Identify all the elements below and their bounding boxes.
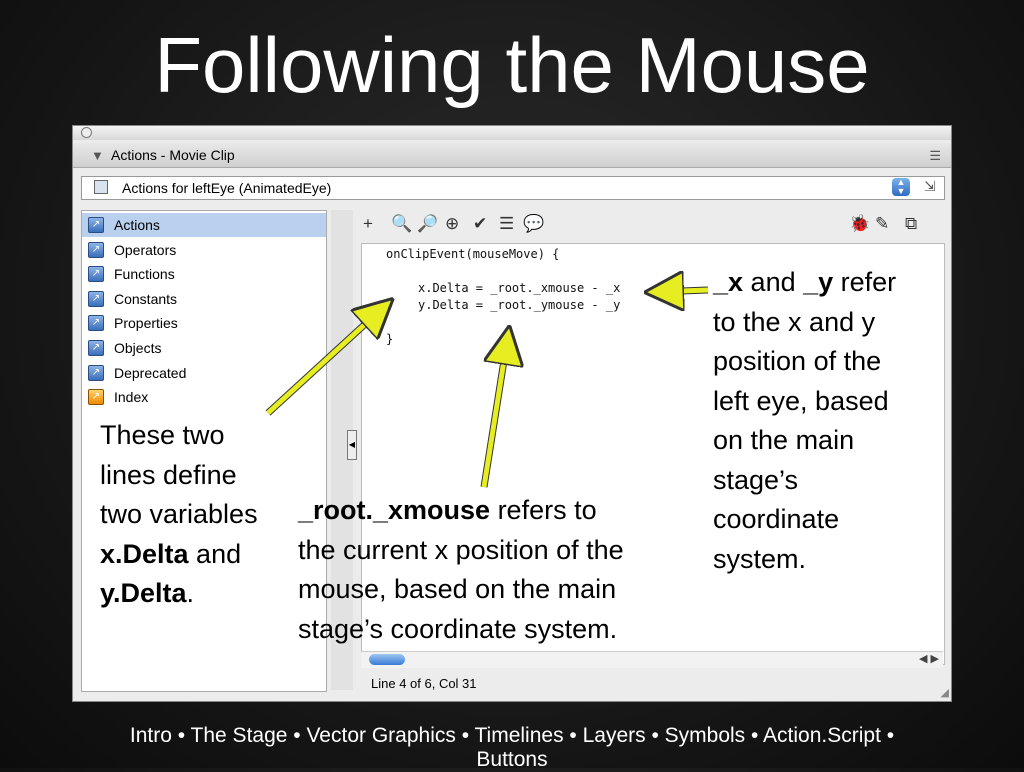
note-text: the current x position of the xyxy=(298,534,624,565)
auto-format-icon[interactable]: ☰ xyxy=(499,214,514,234)
toolbox-item-label: Constants xyxy=(114,290,178,307)
footer-nav: Intro • The Stage • Vector Graphics • Ti… xyxy=(0,724,1024,772)
editor-toolbar: + 🔍 🔎 ⊕ ✔ ☰ 💬 🐞 ✎ ⧉ xyxy=(361,212,943,240)
code-line: x.Delta = _root._xmouse - _x xyxy=(418,281,621,295)
debug-icon[interactable]: 🐞 xyxy=(849,214,870,234)
code-hint-icon[interactable]: 💬 xyxy=(523,214,544,234)
note-text: These two xyxy=(100,420,225,450)
note-text: y.Delta. xyxy=(100,578,195,608)
arrow-book-icon: ↗ xyxy=(88,364,104,381)
code-line: y.Delta = _root._ymouse - _y xyxy=(418,298,621,312)
scroll-arrows-icon[interactable]: ◀ ▶ xyxy=(919,652,939,665)
toolbox-item[interactable]: ↗ Properties xyxy=(82,311,326,335)
find-icon[interactable]: 🔍 xyxy=(391,214,412,234)
note-text: _root._xmouse refers to xyxy=(298,495,597,525)
note-middle: _root._xmouse refers to the current x po… xyxy=(298,491,624,649)
close-icon[interactable] xyxy=(81,127,92,138)
panel-title: Actions - Movie Clip xyxy=(111,147,235,163)
footer-links-cont[interactable]: Buttons xyxy=(0,748,1024,772)
cursor-position: Line 4 of 6, Col 31 xyxy=(371,676,477,691)
arrow-book-icon: ↗ xyxy=(88,217,104,233)
target-path-icon[interactable]: ⊕ xyxy=(445,214,459,234)
toolbox-item[interactable]: ↗ Functions xyxy=(82,262,326,286)
reference-icon[interactable]: ✎ xyxy=(875,214,889,234)
pin-icon[interactable]: ⇲ xyxy=(924,178,936,195)
note-text: _x and _y refer xyxy=(713,267,897,297)
toolbox-item-label: Functions xyxy=(114,266,175,283)
collapse-arrow-icon[interactable]: ◀ xyxy=(347,430,357,460)
note-left: These two lines define two variables x.D… xyxy=(100,416,258,614)
stepper-icon[interactable]: ▲ ▼ xyxy=(892,178,910,196)
note-text: x.Delta and xyxy=(100,538,242,569)
window-titlebar[interactable] xyxy=(73,126,951,140)
panel-header[interactable]: ▼ Actions - Movie Clip ☰ xyxy=(73,143,951,168)
toolbox-item[interactable]: ↗ Constants xyxy=(82,287,326,311)
options-menu-icon[interactable]: ☰ xyxy=(929,148,941,164)
toolbox-item[interactable]: ↗ Index xyxy=(82,385,326,409)
slide-title: Following the Mouse xyxy=(154,21,870,109)
note-right: _x and _y refer to the x and y position … xyxy=(713,263,896,579)
arrow-book-icon: ↗ xyxy=(88,315,104,332)
note-text: on the main xyxy=(713,425,855,455)
note-text: stage’s xyxy=(713,464,799,495)
arrow-book-icon: ↗ xyxy=(88,266,104,283)
note-text: position of the xyxy=(713,346,882,376)
view-options-icon[interactable]: ⧉ xyxy=(905,214,917,234)
toolbox-item[interactable]: ↗ Actions xyxy=(82,213,326,237)
horizontal-scrollbar[interactable]: ◀ ▶ xyxy=(361,651,943,668)
note-text: to the x and y xyxy=(713,306,876,337)
toolbox-item[interactable]: ↗ Objects xyxy=(82,336,326,360)
toolbox-item-label: Index xyxy=(114,389,149,406)
note-text: coordinate xyxy=(713,504,840,534)
arrow-book-icon: ↗ xyxy=(88,290,104,307)
resize-grip-icon[interactable]: ◢ xyxy=(941,686,949,699)
footer-links[interactable]: Intro • The Stage • Vector Graphics • Ti… xyxy=(0,724,1024,748)
toolbox-item-label: Actions xyxy=(114,217,160,233)
toolbox-item-label: Deprecated xyxy=(114,364,187,381)
note-text: two variables xyxy=(100,499,258,529)
scroll-thumb[interactable] xyxy=(369,654,405,665)
collapse-triangle-icon[interactable]: ▼ xyxy=(91,148,104,163)
code-line: } xyxy=(386,332,394,346)
add-icon[interactable]: + xyxy=(363,214,373,234)
target-selector[interactable]: Actions for leftEye (AnimatedEye) ▲ ▼ ⇲ xyxy=(81,176,945,200)
status-bar: Line 4 of 6, Col 31 xyxy=(361,671,943,693)
note-text: mouse, based on the main xyxy=(298,574,617,604)
toolbox-item[interactable]: ↗ Operators xyxy=(82,238,326,262)
note-text: left eye, based xyxy=(713,385,889,416)
replace-icon[interactable]: 🔎 xyxy=(417,214,438,234)
arrow-book-icon: ↗ xyxy=(88,340,104,356)
check-syntax-icon[interactable]: ✔ xyxy=(473,214,487,234)
movie-clip-icon xyxy=(94,180,108,194)
target-label: Actions for leftEye (AnimatedEye) xyxy=(122,180,332,196)
index-book-icon: ↗ xyxy=(88,389,104,406)
toolbox-item-label: Objects xyxy=(114,340,162,356)
code-line: onClipEvent(mouseMove) { xyxy=(386,247,560,261)
note-text: lines define xyxy=(100,459,237,490)
arrow-book-icon: ↗ xyxy=(88,241,104,258)
note-text: stage’s coordinate system. xyxy=(298,613,618,644)
toolbox-item-label: Operators xyxy=(114,241,177,258)
toolbox-item[interactable]: ↗ Deprecated xyxy=(82,361,326,385)
note-text: system. xyxy=(713,543,807,574)
toolbox-item-label: Properties xyxy=(114,315,178,332)
